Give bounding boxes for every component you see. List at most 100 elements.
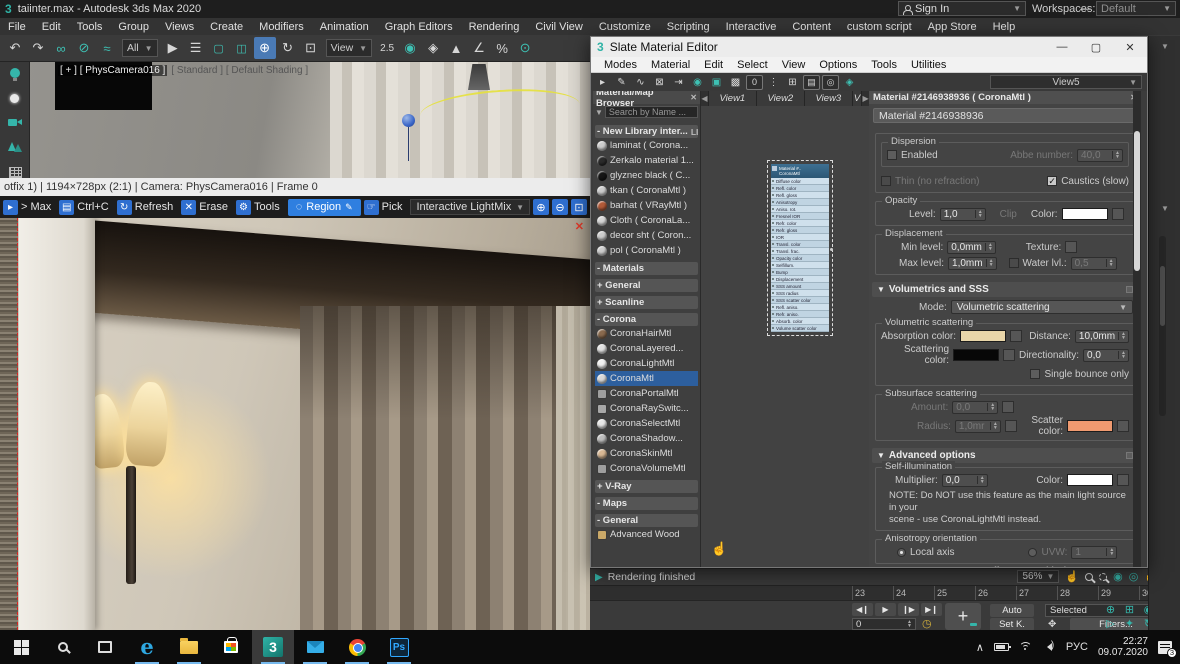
node-slot[interactable]: Anisotropy xyxy=(771,199,829,206)
browser-row[interactable]: CoronaHairMtl xyxy=(595,326,698,341)
selfillum-multiplier-spinner[interactable]: 0,0 ▲ ▼ xyxy=(941,473,988,487)
local-axis-radio[interactable] xyxy=(897,547,906,557)
menu-item[interactable]: Select xyxy=(730,59,775,71)
tab-scroll-right-icon[interactable]: ▶ xyxy=(862,91,869,106)
vfb-lightmix-dropdown[interactable]: Interactive LightMix ▼ xyxy=(410,199,530,215)
taskbar-photoshop[interactable]: Ps xyxy=(378,630,420,664)
play-button[interactable]: ▶ xyxy=(875,603,896,616)
chevron-down-icon[interactable]: ▼ xyxy=(1161,42,1169,51)
sss-radius-spinner[interactable]: 1,0mr ▲ ▼ xyxy=(954,419,1001,433)
menu-item[interactable]: Views xyxy=(157,21,202,33)
put-to-library-icon[interactable]: ∿ xyxy=(632,75,649,90)
snaps-toggle[interactable]: 2.5 xyxy=(376,37,398,59)
browser-row[interactable]: CoronaSkinMtl xyxy=(595,446,698,461)
browser-row[interactable]: - New Library inter... LIB xyxy=(595,125,698,138)
grid-icon[interactable] xyxy=(8,165,22,178)
browser-row[interactable]: Advanced Wood xyxy=(595,527,698,542)
bind-to-spacewarp-icon[interactable]: ≈ xyxy=(96,37,118,59)
menu-item[interactable]: custom script xyxy=(839,21,920,33)
select-and-manipulate-icon[interactable]: ◈ xyxy=(422,37,444,59)
prev-frame-button[interactable]: ◀❙ xyxy=(852,603,873,616)
delete-selected-icon[interactable]: ⊠ xyxy=(651,75,668,90)
vfb-zoom-fit-button[interactable]: ⊡ xyxy=(571,199,587,215)
zoom-icon[interactable]: ⊕ xyxy=(1102,602,1119,616)
scattering-color-swatch[interactable] xyxy=(953,349,1000,361)
material-node[interactable]: Material #.. CoronaMtl Diffuse color Refl… xyxy=(767,160,833,336)
redo-icon[interactable]: ↷ xyxy=(27,37,49,59)
selection-filter-dropdown[interactable]: All ▼ xyxy=(122,39,158,57)
vfb-refresh-button[interactable]: ↻ Refresh xyxy=(116,199,179,215)
show-background-icon[interactable]: ▩ xyxy=(727,75,744,90)
task-view-button[interactable] xyxy=(84,630,126,664)
menu-item[interactable]: Group xyxy=(110,21,157,33)
vfb-zoom-in-button[interactable]: ⊕ xyxy=(533,199,549,215)
auto-key-button[interactable]: Auto xyxy=(990,604,1034,617)
rollout-pin-icon[interactable] xyxy=(1126,286,1133,293)
select-object-icon[interactable]: ▶ xyxy=(162,37,184,59)
menu-item[interactable]: Civil View xyxy=(527,21,590,33)
browser-row[interactable]: - Maps xyxy=(595,497,698,510)
menu-item[interactable]: App Store xyxy=(920,21,985,33)
browser-row[interactable]: laminat ( Corona... xyxy=(595,138,698,153)
node-header[interactable]: Material #.. CoronaMtl xyxy=(771,164,829,178)
dispersion-enabled-checkbox[interactable] xyxy=(887,150,897,160)
browser-row[interactable]: CoronaRaySwitc... xyxy=(595,401,698,416)
node-slot[interactable]: SSS radius xyxy=(771,290,829,297)
taskbar-search-button[interactable] xyxy=(42,630,84,664)
pick-material-icon[interactable]: ✎ xyxy=(613,75,630,90)
vfb-zoom-out-button[interactable]: ⊖ xyxy=(552,199,568,215)
set-key-large-button[interactable]: + xyxy=(945,603,981,630)
sss-mode-dropdown[interactable]: Volumetric scattering ▼ xyxy=(950,300,1133,314)
wifi-icon[interactable] xyxy=(1018,642,1033,652)
menu-item[interactable]: View xyxy=(775,59,813,71)
select-and-link-icon[interactable]: ∞ xyxy=(50,37,72,59)
zoom-selected-icon[interactable]: ◎ xyxy=(822,74,839,90)
opacity-color-map-button[interactable] xyxy=(1111,208,1124,220)
browser-header[interactable]: Material/Map Browser ✕ xyxy=(593,91,700,109)
sss-scatter-color-swatch[interactable] xyxy=(1067,420,1113,432)
opacity-color-swatch[interactable] xyxy=(1061,208,1108,220)
timeline[interactable]: 23 24 25 26 27 28 29 30 xyxy=(590,585,1180,601)
node-slot[interactable]: SSS amount xyxy=(771,283,829,290)
browser-row[interactable]: - General xyxy=(595,514,698,527)
displacement-texture-button[interactable] xyxy=(1065,241,1078,253)
timeline-tick[interactable]: 26 xyxy=(975,586,1016,601)
material-name-field[interactable]: Material #2146938936 xyxy=(873,108,1137,123)
viewport-standard-label[interactable]: [ Standard ] xyxy=(171,65,223,76)
crossing-select-icon[interactable]: ◫ xyxy=(231,37,253,59)
uvw-radio[interactable] xyxy=(1028,547,1038,557)
node-slot[interactable]: Absorb. color xyxy=(771,318,829,325)
water-level-spinner[interactable]: 0,5 ▲ ▼ xyxy=(1070,256,1117,270)
single-bounce-checkbox[interactable] xyxy=(1030,369,1041,379)
next-frame-button[interactable]: ❙▶ xyxy=(898,603,919,616)
start-button[interactable] xyxy=(0,630,42,664)
browser-row[interactable]: Zerkalo material 1... xyxy=(595,153,698,168)
taskbar-file-explorer[interactable] xyxy=(168,630,210,664)
scrollbar-track[interactable] xyxy=(1159,236,1166,416)
fov-icon[interactable]: ▷ xyxy=(1102,616,1119,630)
node-slot[interactable]: Displacement xyxy=(771,276,829,283)
vfb-erase-button[interactable]: ✕ Erase xyxy=(181,199,233,215)
browser-row[interactable]: CoronaMtl xyxy=(595,371,698,386)
browser-row[interactable]: CoronaSelectMtl xyxy=(595,416,698,431)
browser-row[interactable]: + V-Ray xyxy=(595,480,698,493)
menu-item[interactable]: Modes xyxy=(597,59,644,71)
slate-titlebar[interactable]: 3 Slate Material Editor — ▢ ✕ xyxy=(591,37,1147,57)
node-slot[interactable]: Volume scatter color xyxy=(771,325,829,332)
node-canvas[interactable]: Material #.. CoronaMtl Diffuse color Refl… xyxy=(701,106,869,567)
chevron-down-icon[interactable]: ▼ xyxy=(595,108,603,117)
browser-row[interactable]: - Materials xyxy=(595,262,698,275)
light-icon[interactable] xyxy=(8,68,22,82)
uvw-spinner[interactable]: 1 ▲ ▼ xyxy=(1071,545,1118,559)
menu-item[interactable]: Graph Editors xyxy=(377,21,461,33)
region-close-icon[interactable]: ✕ xyxy=(575,220,584,233)
browser-row[interactable]: CoronaShadow... xyxy=(595,431,698,446)
spinner-snap-icon[interactable]: ⊙ xyxy=(514,37,536,59)
timeline-tick[interactable]: 27 xyxy=(1016,586,1057,601)
select-and-move-icon[interactable]: ⊕ xyxy=(253,37,276,59)
menu-item[interactable]: Options xyxy=(812,59,864,71)
volumetrics-rollout[interactable]: ▼ Volumetrics and SSS xyxy=(872,282,1138,297)
caustics-checkbox[interactable]: ✓ xyxy=(1047,176,1058,186)
camera-icon[interactable] xyxy=(7,116,22,129)
timeline-tick[interactable]: 28 xyxy=(1057,586,1098,601)
